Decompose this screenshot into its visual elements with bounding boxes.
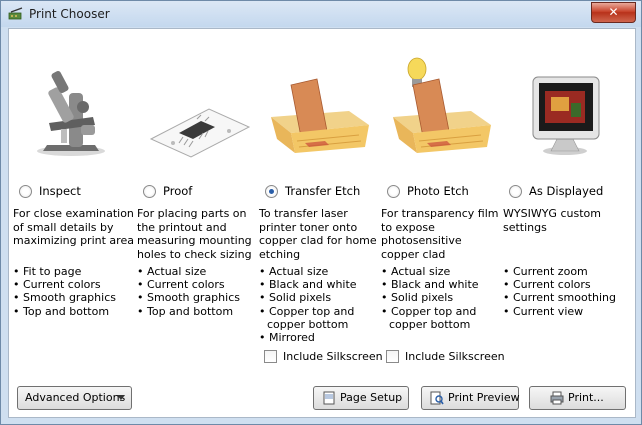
close-button[interactable]: ✕ bbox=[591, 2, 636, 23]
print-preview-button[interactable]: Print Preview bbox=[421, 386, 520, 410]
monitor-icon bbox=[532, 76, 600, 155]
feature-item: • Actual size bbox=[259, 265, 329, 278]
feature-item: • Solid pixels bbox=[259, 291, 332, 305]
print-label: Print... bbox=[568, 391, 604, 404]
feature-item: • Current colors bbox=[137, 278, 225, 292]
radio-button-as-displayed[interactable] bbox=[509, 184, 522, 198]
page-setup-button[interactable]: Page Setup bbox=[313, 386, 409, 410]
feature-item: • Smooth graphics bbox=[13, 291, 116, 305]
feature-item: • Actual size bbox=[137, 265, 207, 278]
radio-button-transfer-etch[interactable] bbox=[265, 184, 278, 198]
checkbox-label: Include Silkscreen bbox=[405, 349, 505, 363]
description-proof: For placing parts on the printout and me… bbox=[137, 207, 252, 261]
feature-item: • Fit to page bbox=[13, 265, 82, 278]
feature-item: • Current colors bbox=[13, 278, 101, 292]
radio-button-photo-etch[interactable] bbox=[387, 184, 400, 198]
radio-photo-etch[interactable]: Photo Etch bbox=[387, 184, 469, 200]
include-silkscreen-photo[interactable]: Include Silkscreen bbox=[386, 349, 505, 363]
feature-item: • Top and bottom bbox=[13, 304, 110, 318]
include-silkscreen-transfer[interactable]: Include Silkscreen bbox=[264, 349, 383, 363]
feature-item: • Current colors bbox=[503, 278, 591, 292]
features-as-displayed: • Current zoom • Current colors • Curren… bbox=[503, 265, 623, 318]
client-area: Inspect For close examination of small d… bbox=[8, 28, 636, 418]
advanced-options-label: Advanced Options bbox=[25, 391, 126, 404]
feature-item: • Copper top and copper bottom bbox=[259, 304, 355, 331]
feature-item: • Top and bottom bbox=[137, 304, 234, 318]
microscope-icon bbox=[37, 70, 105, 156]
page-setup-label: Page Setup bbox=[340, 391, 403, 404]
checkbox-label: Include Silkscreen bbox=[283, 349, 383, 363]
radio-label-transfer-etch: Transfer Etch bbox=[285, 184, 361, 198]
print-button[interactable]: Print... bbox=[529, 386, 626, 410]
window-title: Print Chooser bbox=[29, 7, 110, 21]
feature-item: • Current view bbox=[503, 304, 584, 318]
features-proof: • Actual size • Current colors • Smooth … bbox=[137, 265, 257, 318]
radio-label-inspect: Inspect bbox=[39, 184, 81, 198]
circuit-board-printout-icon bbox=[149, 108, 251, 158]
radio-proof[interactable]: Proof bbox=[143, 184, 192, 200]
printer-icon bbox=[550, 391, 564, 405]
feature-item: • Black and white bbox=[259, 278, 357, 292]
radio-as-displayed[interactable]: As Displayed bbox=[509, 184, 603, 200]
checkbox-include-silkscreen-transfer[interactable] bbox=[264, 349, 277, 363]
title-bar[interactable]: Print Chooser ✕ bbox=[1, 1, 641, 27]
checkbox-include-silkscreen-photo[interactable] bbox=[386, 349, 399, 363]
radio-button-proof[interactable] bbox=[143, 184, 156, 198]
etch-tray-icon bbox=[271, 78, 369, 153]
photo-etch-tray-lamp-icon bbox=[393, 57, 491, 153]
print-preview-icon bbox=[430, 391, 444, 405]
app-icon bbox=[8, 7, 23, 20]
radio-button-inspect[interactable] bbox=[19, 184, 32, 198]
features-transfer-etch: • Actual size • Black and white • Solid … bbox=[259, 265, 379, 344]
chevron-down-icon bbox=[117, 395, 125, 400]
radio-label-as-displayed: As Displayed bbox=[529, 184, 604, 198]
print-chooser-window: Print Chooser ✕ Inspect For close examin… bbox=[0, 0, 642, 425]
radio-transfer-etch[interactable]: Transfer Etch bbox=[265, 184, 360, 200]
print-preview-label: Print Preview bbox=[448, 391, 520, 404]
feature-item: • Copper top and copper bottom bbox=[381, 304, 477, 331]
feature-item: • Actual size bbox=[381, 265, 451, 278]
advanced-options-dropdown[interactable]: Advanced Options bbox=[17, 386, 132, 410]
description-photo-etch: For transparency film to expose photosen… bbox=[381, 207, 499, 261]
description-as-displayed: WYSIWYG custom settings bbox=[503, 207, 601, 234]
features-photo-etch: • Actual size • Black and white • Solid … bbox=[381, 265, 501, 331]
features-inspect: • Fit to page • Current colors • Smooth … bbox=[13, 265, 133, 318]
feature-item: • Mirrored bbox=[259, 331, 315, 345]
radio-inspect[interactable]: Inspect bbox=[19, 184, 81, 200]
feature-item: • Smooth graphics bbox=[137, 291, 240, 305]
close-icon: ✕ bbox=[608, 5, 619, 19]
radio-label-proof: Proof bbox=[163, 184, 193, 198]
description-transfer-etch: To transfer laser printer toner onto cop… bbox=[259, 207, 377, 261]
page-setup-icon bbox=[323, 391, 335, 405]
feature-item: • Current zoom bbox=[503, 265, 588, 278]
feature-item: • Current smoothing bbox=[503, 291, 617, 305]
feature-item: • Black and white bbox=[381, 278, 479, 292]
radio-label-photo-etch: Photo Etch bbox=[407, 184, 469, 198]
description-inspect: For close examination of small details b… bbox=[13, 207, 134, 247]
feature-item: • Solid pixels bbox=[381, 291, 454, 305]
